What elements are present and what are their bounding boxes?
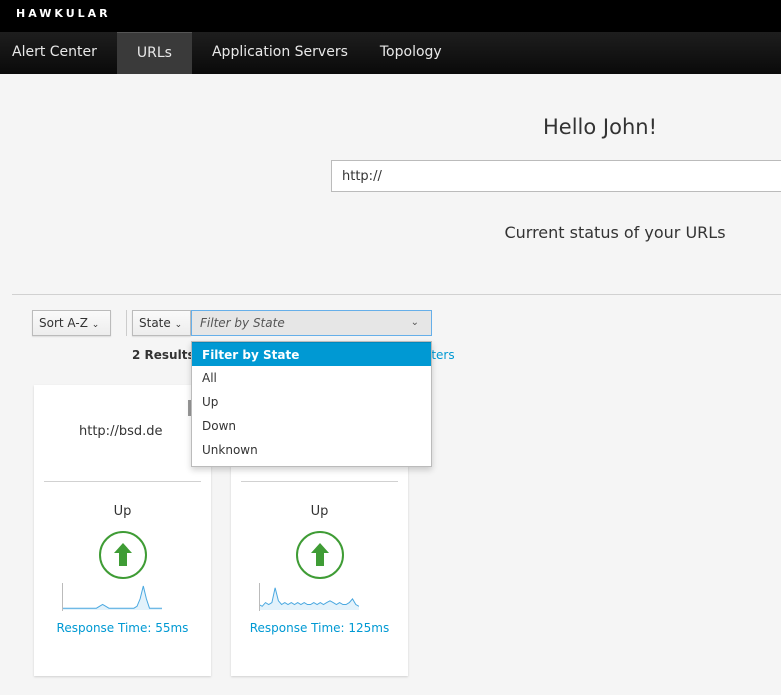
- state-label: State: [139, 316, 171, 330]
- results-count: 2 Results: [132, 348, 195, 362]
- url-state: Up: [113, 504, 132, 519]
- sort-button[interactable]: Sort A-Z ⌄: [32, 310, 111, 336]
- greeting: Hello John!: [543, 115, 657, 139]
- card-divider: [241, 481, 398, 482]
- nav-alert-center[interactable]: Alert Center: [0, 32, 109, 74]
- card-divider: [44, 481, 201, 482]
- response-time-sparkline: [62, 583, 162, 611]
- option-unknown[interactable]: Unknown: [192, 438, 431, 462]
- chevron-down-icon: ⌄: [174, 320, 183, 330]
- response-time-link[interactable]: Response Time: 125ms: [231, 621, 408, 635]
- nav-topology[interactable]: Topology: [368, 32, 454, 74]
- chevron-down-icon: ⌄: [410, 317, 419, 328]
- url-input[interactable]: [331, 160, 781, 192]
- top-bar: HAWKULAR: [0, 0, 781, 32]
- filter-by-state-select[interactable]: Filter by State ⌄: [191, 310, 432, 336]
- chevron-down-icon: ⌄: [91, 320, 100, 330]
- state-dropdown-menu: Filter by State All Up Down Unknown: [191, 341, 432, 467]
- sort-label: Sort A-Z: [39, 316, 88, 330]
- url-card[interactable]: http://bsd.de Up Response Time: 55ms: [34, 385, 211, 676]
- option-down[interactable]: Down: [192, 414, 431, 438]
- response-time-sparkline: [259, 583, 359, 611]
- arrow-up-circle-icon: [99, 531, 147, 579]
- main-nav: Alert Center URLs Application Servers To…: [0, 32, 781, 74]
- divider: [12, 294, 781, 295]
- option-all[interactable]: All: [192, 366, 431, 390]
- logo[interactable]: HAWKULAR: [16, 7, 111, 20]
- toolbar-separator: [126, 310, 127, 336]
- sparkline-area: [62, 586, 162, 610]
- response-time-link[interactable]: Response Time: 55ms: [34, 621, 211, 635]
- nav-application-servers[interactable]: Application Servers: [200, 32, 360, 74]
- option-filter-by-state[interactable]: Filter by State: [192, 342, 431, 366]
- filter-placeholder: Filter by State: [200, 316, 285, 330]
- state-filter-field-button[interactable]: State ⌄: [132, 310, 191, 336]
- option-up[interactable]: Up: [192, 390, 431, 414]
- arrow-up-circle-icon: [296, 531, 344, 579]
- url-state: Up: [310, 504, 329, 519]
- nav-urls[interactable]: URLs: [116, 32, 192, 74]
- status-subtitle: Current status of your URLs: [504, 223, 726, 242]
